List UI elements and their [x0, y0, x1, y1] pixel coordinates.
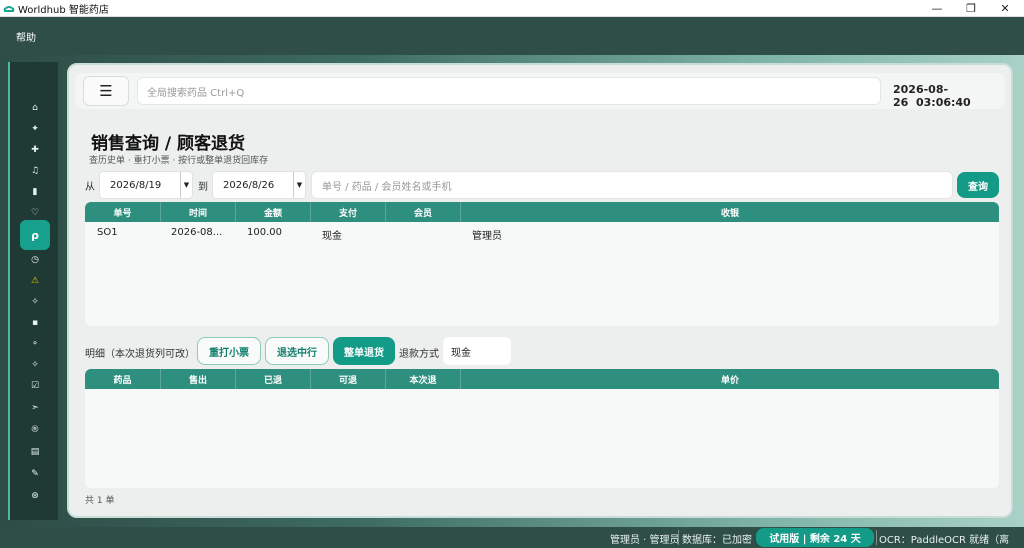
maximize-button[interactable]: ❐ [954, 0, 988, 17]
order-cashier-cell: 管理员 [472, 231, 502, 242]
document-icon[interactable]: ▮ [20, 184, 50, 200]
plus-icon[interactable]: ✚ [20, 142, 50, 158]
hamburger-icon: ☰ [99, 82, 113, 100]
to-date-value: 2026/8/26 [223, 179, 275, 191]
order-time-cell: 2026-08... [171, 227, 223, 238]
status-ocr: OCR：PaddleOCR 就绪（离线） [879, 535, 1010, 546]
pin-icon[interactable]: ⚬ [20, 336, 50, 352]
search-icon[interactable]: ρ [20, 220, 50, 250]
to-date-picker[interactable]: 2026/8/26 ▼ [212, 171, 306, 199]
info-icon[interactable]: ® [20, 422, 50, 438]
printer-icon[interactable]: ▤ [20, 444, 50, 460]
column-header[interactable]: 收银 [461, 202, 999, 222]
star-icon[interactable]: ✧ [20, 294, 50, 310]
settings-icon[interactable]: ⊛ [20, 488, 50, 504]
bell-icon[interactable]: ♫ [20, 163, 50, 179]
box-icon[interactable]: ▪ [20, 315, 50, 331]
detail-table: 药品 售出 已退 可退 本次退 单价 [85, 369, 999, 488]
status-user: 管理员 · 管理员 [610, 535, 680, 546]
heart-icon[interactable]: ♡ [20, 205, 50, 221]
menu-help[interactable]: 帮助 [16, 29, 36, 44]
order-count: 共 1 单 [85, 496, 115, 506]
from-date-picker[interactable]: 2026/8/19 ▼ [99, 171, 193, 199]
sidebar: ⌂ ✦ ✚ ♫ ▮ ♡ ρ ◷ ⚠ ✧ ▪ ⚬ ✧ ☑ ➣ ® ▤ ✎ ⊛ [8, 62, 58, 520]
column-header[interactable]: 药品 [85, 369, 161, 389]
global-search-input[interactable]: 全局搜索药品 Ctrl+Q [137, 77, 881, 105]
query-button[interactable]: 查询 [957, 172, 999, 198]
window-title: Worldhub 智能药店 [18, 4, 109, 16]
trial-badge[interactable]: 试用版 | 剩余 24 天 [756, 528, 874, 547]
close-button[interactable]: ✕ [988, 0, 1022, 17]
current-time: 03:06:40 [915, 96, 971, 109]
status-database: 数据库：已加密 [682, 535, 752, 546]
chevron-down-icon[interactable]: ▼ [180, 172, 192, 198]
column-header[interactable]: 时间 [161, 202, 236, 222]
app-logo-icon [3, 6, 15, 12]
chevron-down-icon[interactable]: ▼ [293, 172, 305, 198]
status-bar: 管理员 · 管理员 数据库：已加密 试用版 | 剩余 24 天 OCR：Padd… [0, 527, 1024, 548]
detail-label: 明细（本次退货列可改） [85, 349, 195, 360]
column-header[interactable]: 单号 [85, 202, 161, 222]
home-icon[interactable]: ⌂ [20, 100, 50, 116]
orders-table-header: 单号 时间 金额 支付 会员 收银 [85, 202, 999, 222]
column-header[interactable]: 金额 [236, 202, 311, 222]
from-label: 从 [85, 182, 95, 193]
page-subtitle: 查历史单 · 重打小票 · 按行或整单退货回库存 [89, 156, 269, 166]
status-divider [678, 530, 679, 545]
order-payment-cell: 现金 [322, 231, 342, 242]
pill-icon[interactable]: ✎ [20, 466, 50, 482]
column-header[interactable]: 可退 [311, 369, 386, 389]
column-header[interactable]: 已退 [236, 369, 311, 389]
detail-table-header: 药品 售出 已退 可退 本次退 单价 [85, 369, 999, 389]
column-header[interactable]: 会员 [386, 202, 461, 222]
warning-icon[interactable]: ⚠ [20, 273, 50, 289]
refund-method-select[interactable]: 现金 [443, 337, 511, 365]
content-panel: ☰ 全局搜索药品 Ctrl+Q 2026-08-26 03:06:40 销售查询… [67, 63, 1013, 518]
reprint-receipt-button[interactable]: 重打小票 [197, 337, 261, 365]
column-header[interactable]: 支付 [311, 202, 386, 222]
column-header[interactable]: 本次退 [386, 369, 461, 389]
column-header[interactable]: 单价 [461, 369, 999, 389]
clock-icon[interactable]: ◷ [20, 252, 50, 268]
sparkle-icon[interactable]: ✦ [20, 121, 50, 137]
refund-method-label: 退款方式 [399, 349, 439, 360]
send-icon[interactable]: ➣ [20, 400, 50, 416]
order-amount-cell: 100.00 [247, 227, 282, 238]
top-toolbar: ☰ 全局搜索药品 Ctrl+Q 2026-08-26 03:06:40 [75, 73, 1005, 109]
table-row[interactable]: SO1 2026-08... 100.00 现金 管理员 [85, 222, 999, 244]
menu-toggle-button[interactable]: ☰ [83, 76, 129, 106]
orders-table: 单号 时间 金额 支付 会员 收银 SO1 2026-08... 100.00 … [85, 202, 999, 326]
query-input[interactable]: 单号 / 药品 / 会员姓名或手机 [311, 171, 953, 199]
return-all-button[interactable]: 整单退货 [333, 337, 395, 365]
return-selected-button[interactable]: 退选中行 [265, 337, 329, 365]
diamond-icon[interactable]: ✧ [20, 357, 50, 373]
from-date-value: 2026/8/19 [110, 179, 162, 191]
datetime-display: 2026-08-26 03:06:40 [893, 83, 1005, 109]
window-title-bar: Worldhub 智能药店 — ❐ ✕ [0, 0, 1024, 17]
menu-bar: 帮助 [0, 17, 1024, 55]
to-label: 到 [198, 182, 208, 193]
status-divider [876, 530, 877, 545]
minimize-button[interactable]: — [920, 0, 954, 17]
order-id-cell: SO1 [97, 227, 118, 238]
edit-icon[interactable]: ☑ [20, 378, 50, 394]
column-header[interactable]: 售出 [161, 369, 236, 389]
page-title: 销售查询 / 顾客退货 [91, 134, 246, 154]
